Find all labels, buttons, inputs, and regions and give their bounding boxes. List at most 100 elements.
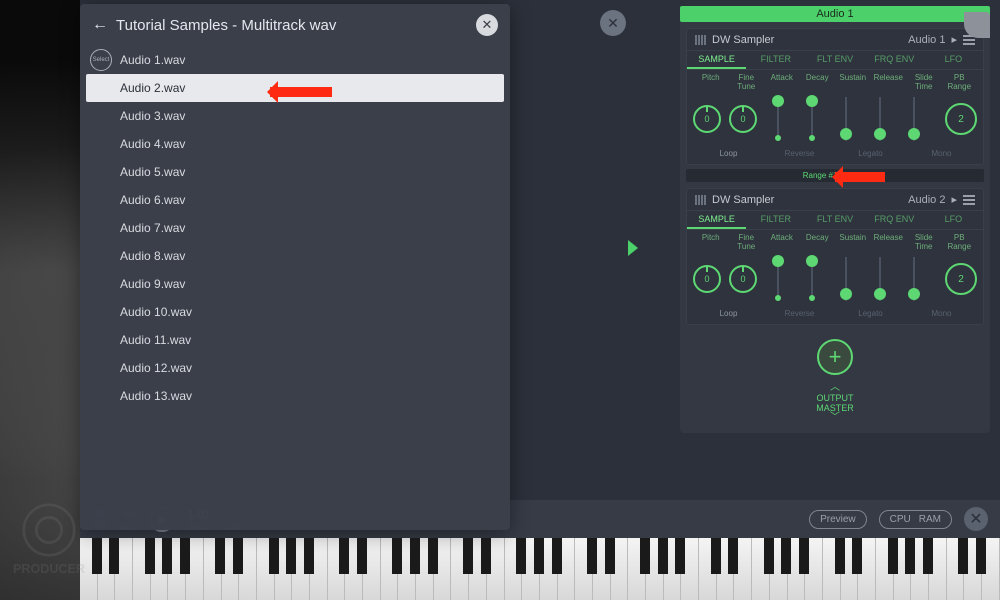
select-badge[interactable]: Select	[90, 49, 112, 71]
file-row[interactable]: Audio 6.wav	[86, 186, 504, 214]
slidetime-slider[interactable]	[909, 97, 919, 141]
back-button[interactable]: ←	[92, 16, 108, 34]
black-key[interactable]	[410, 538, 420, 574]
black-key[interactable]	[180, 538, 190, 574]
white-key[interactable]	[823, 538, 841, 600]
attack-slider[interactable]	[773, 97, 783, 141]
pitch-knob[interactable]: 0	[693, 265, 721, 293]
file-row[interactable]: Audio 10.wav	[86, 298, 504, 326]
tab-filter[interactable]: FILTER	[746, 211, 805, 229]
black-key[interactable]	[675, 538, 685, 574]
black-key[interactable]	[481, 538, 491, 574]
black-key[interactable]	[92, 538, 102, 574]
attack-slider[interactable]	[773, 257, 783, 301]
black-key[interactable]	[852, 538, 862, 574]
meters[interactable]: CPURAM	[879, 510, 952, 529]
black-key[interactable]	[711, 538, 721, 574]
output-block[interactable]: ︿ OUTPUT MASTER ﹀	[680, 383, 990, 423]
black-key[interactable]	[392, 538, 402, 574]
file-row[interactable]: SelectAudio 1.wav	[86, 46, 504, 74]
finetune-knob[interactable]: 0	[729, 265, 757, 293]
file-row[interactable]: Audio 9.wav	[86, 270, 504, 298]
black-key[interactable]	[605, 538, 615, 574]
tab-lfo[interactable]: LFO	[924, 51, 983, 69]
file-row[interactable]: Audio 3.wav	[86, 102, 504, 130]
black-key[interactable]	[339, 538, 349, 574]
close-panel-button[interactable]: ✕	[600, 10, 626, 36]
pitch-knob[interactable]: 0	[693, 105, 721, 133]
file-row[interactable]: Audio 4.wav	[86, 130, 504, 158]
black-key[interactable]	[463, 538, 473, 574]
tab-frq-env[interactable]: FRQ ENV	[865, 51, 924, 69]
black-key[interactable]	[923, 538, 933, 574]
close-browser-button[interactable]: ✕	[476, 14, 498, 36]
black-key[interactable]	[145, 538, 155, 574]
black-key[interactable]	[534, 538, 544, 574]
white-key[interactable]	[451, 538, 469, 600]
white-key[interactable]	[699, 538, 717, 600]
black-key[interactable]	[888, 538, 898, 574]
finetune-knob[interactable]: 0	[729, 105, 757, 133]
sampler-assignment[interactable]: Audio 1	[908, 34, 945, 46]
file-row[interactable]: Audio 12.wav	[86, 354, 504, 382]
sustain-slider[interactable]	[841, 97, 851, 141]
black-key[interactable]	[958, 538, 968, 574]
black-key[interactable]	[905, 538, 915, 574]
close-transport-button[interactable]: ✕	[964, 507, 988, 531]
black-key[interactable]	[286, 538, 296, 574]
pbrange-knob[interactable]: 2	[945, 103, 977, 135]
black-key[interactable]	[799, 538, 809, 574]
file-row[interactable]: Audio 7.wav	[86, 214, 504, 242]
black-key[interactable]	[428, 538, 438, 574]
decay-slider[interactable]	[807, 257, 817, 301]
white-key[interactable]	[628, 538, 646, 600]
mode-legato[interactable]: Legato	[835, 149, 906, 158]
file-row[interactable]: Audio 8.wav	[86, 242, 504, 270]
drag-handle-icon[interactable]	[695, 195, 706, 205]
mode-loop[interactable]: Loop	[693, 309, 764, 318]
release-slider[interactable]	[875, 97, 885, 141]
black-key[interactable]	[269, 538, 279, 574]
sustain-slider[interactable]	[841, 257, 851, 301]
mode-reverse[interactable]: Reverse	[764, 149, 835, 158]
white-key[interactable]	[947, 538, 965, 600]
tab-sample[interactable]: SAMPLE	[687, 51, 746, 69]
release-slider[interactable]	[875, 257, 885, 301]
mode-mono[interactable]: Mono	[906, 149, 977, 158]
file-row[interactable]: Audio 11.wav	[86, 326, 504, 354]
black-key[interactable]	[781, 538, 791, 574]
tab-frq-env[interactable]: FRQ ENV	[865, 211, 924, 229]
black-key[interactable]	[304, 538, 314, 574]
mode-mono[interactable]: Mono	[906, 309, 977, 318]
pbrange-knob[interactable]: 2	[945, 263, 977, 295]
chevron-right-icon[interactable]: ▸	[951, 33, 957, 46]
preview-button[interactable]: Preview	[809, 510, 867, 529]
black-key[interactable]	[109, 538, 119, 574]
white-key[interactable]	[204, 538, 222, 600]
black-key[interactable]	[976, 538, 986, 574]
black-key[interactable]	[587, 538, 597, 574]
black-key[interactable]	[640, 538, 650, 574]
white-key[interactable]	[257, 538, 275, 600]
rack-title[interactable]: Audio 1	[680, 6, 990, 22]
tab-flt-env[interactable]: FLT ENV	[805, 51, 864, 69]
black-key[interactable]	[357, 538, 367, 574]
tab-filter[interactable]: FILTER	[746, 51, 805, 69]
decay-slider[interactable]	[807, 97, 817, 141]
white-key[interactable]	[133, 538, 151, 600]
sampler-assignment[interactable]: Audio 2	[908, 194, 945, 206]
black-key[interactable]	[233, 538, 243, 574]
black-key[interactable]	[658, 538, 668, 574]
mode-loop[interactable]: Loop	[693, 149, 764, 158]
piano-keyboard[interactable]	[80, 538, 1000, 600]
mode-legato[interactable]: Legato	[835, 309, 906, 318]
white-key[interactable]	[752, 538, 770, 600]
slidetime-slider[interactable]	[909, 257, 919, 301]
add-sampler-button[interactable]: +	[817, 339, 853, 375]
file-row[interactable]: Audio 13.wav	[86, 382, 504, 410]
tab-flt-env[interactable]: FLT ENV	[805, 211, 864, 229]
black-key[interactable]	[552, 538, 562, 574]
rack-corner-tab[interactable]	[964, 12, 990, 38]
white-key[interactable]	[381, 538, 399, 600]
white-key[interactable]	[575, 538, 593, 600]
